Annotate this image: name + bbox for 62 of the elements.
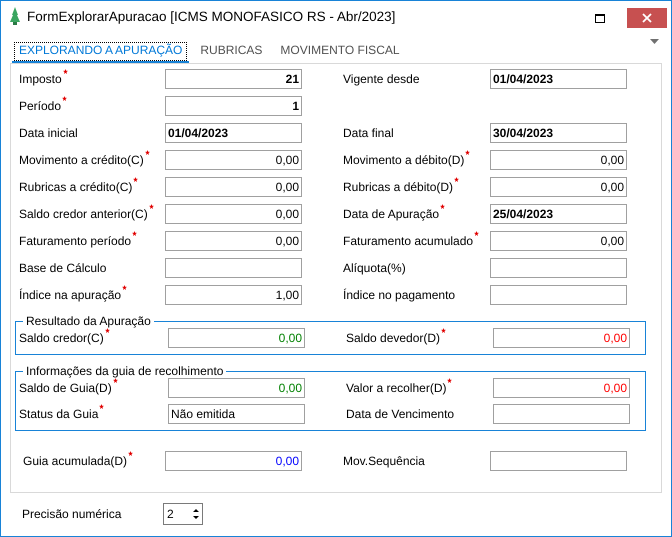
number-spinner[interactable]: 2 <box>163 503 203 525</box>
field-label: Período <box>19 99 165 113</box>
field-label: Base de Cálculo <box>19 261 108 275</box>
field-label: Saldo de Guia(D) <box>19 381 168 395</box>
field-label: Alíquota(%) <box>343 261 407 275</box>
input-field[interactable]: 0,00 <box>493 328 630 348</box>
field-label: Saldo devedor(D) <box>346 331 493 345</box>
field-label: Guia acumulada(D) <box>23 454 165 468</box>
input-field[interactable]: 25/04/2023 <box>490 204 627 224</box>
input-field[interactable]: 01/04/2023 <box>165 123 302 143</box>
field-label: Mov.Sequência <box>343 454 426 468</box>
input-field[interactable] <box>490 285 627 305</box>
field-label: Precisão numérica <box>22 507 122 521</box>
input-field[interactable]: 0,00 <box>165 451 302 471</box>
input-field[interactable]: 1,00 <box>165 285 302 305</box>
window-title: FormExplorarApuracao [ICMS MONOFASICO RS - Abr/2023] <box>27 8 396 24</box>
tab[interactable]: MOVIMENTO FISCAL <box>273 40 407 63</box>
input-field[interactable]: 21 <box>165 69 302 89</box>
group-title: Resultado da Apuração <box>25 314 152 328</box>
field-label: Data inicial <box>19 126 79 140</box>
field-label: Status da Guia <box>19 407 168 421</box>
input-field[interactable]: 30/04/2023 <box>490 123 627 143</box>
input-field[interactable] <box>165 258 302 278</box>
maximize-icon <box>595 14 605 22</box>
group-title: Informações da guia de recolhimento <box>25 364 224 378</box>
close-button[interactable] <box>627 8 667 28</box>
input-field[interactable]: 0,00 <box>490 177 627 197</box>
input-field[interactable]: Não emitida <box>168 404 305 424</box>
close-icon <box>642 13 652 23</box>
field-label: Saldo credor anterior(C) <box>19 207 165 221</box>
field-label: Imposto <box>19 72 165 86</box>
input-field[interactable]: 0,00 <box>165 150 302 170</box>
input-field[interactable]: 0,00 <box>168 378 305 398</box>
input-field[interactable] <box>493 404 630 424</box>
input-field[interactable]: 0,00 <box>165 204 302 224</box>
field-label: Data de Apuração <box>343 207 490 221</box>
tree-icon <box>9 7 21 25</box>
field-label: Data final <box>343 126 395 140</box>
field-label: Rubricas a crédito(C) <box>19 180 165 194</box>
input-field[interactable]: 0,00 <box>165 177 302 197</box>
field-label: Índice na apuração <box>19 288 165 302</box>
field-label: Vigente desde <box>343 72 421 86</box>
field-label: Faturamento período <box>19 234 165 248</box>
dropdown-caret-icon[interactable] <box>650 39 659 44</box>
field-label: Saldo credor(C) <box>19 331 168 345</box>
input-field[interactable]: 0,00 <box>490 150 627 170</box>
field-label: Faturamento acumulado <box>343 234 490 248</box>
field-label: Valor a recolher(D) <box>346 381 493 395</box>
field-label: Índice no pagamento <box>343 288 456 302</box>
field-label: Movimento a débito(D) <box>343 153 490 167</box>
field-label: Rubricas a débito(D) <box>343 180 490 194</box>
input-field[interactable]: 0,00 <box>493 378 630 398</box>
tab[interactable]: RUBRICAS <box>193 40 270 63</box>
input-field[interactable]: 1 <box>165 96 302 116</box>
input-field[interactable]: 0,00 <box>168 328 305 348</box>
field-label: Data de Vencimento <box>346 407 456 421</box>
input-field[interactable]: 0,00 <box>490 231 627 251</box>
input-field[interactable] <box>490 451 627 471</box>
input-field[interactable] <box>490 258 627 278</box>
input-field[interactable]: 01/04/2023 <box>490 69 627 89</box>
field-label: Movimento a crédito(C) <box>19 153 165 167</box>
input-field[interactable]: 0,00 <box>165 231 302 251</box>
